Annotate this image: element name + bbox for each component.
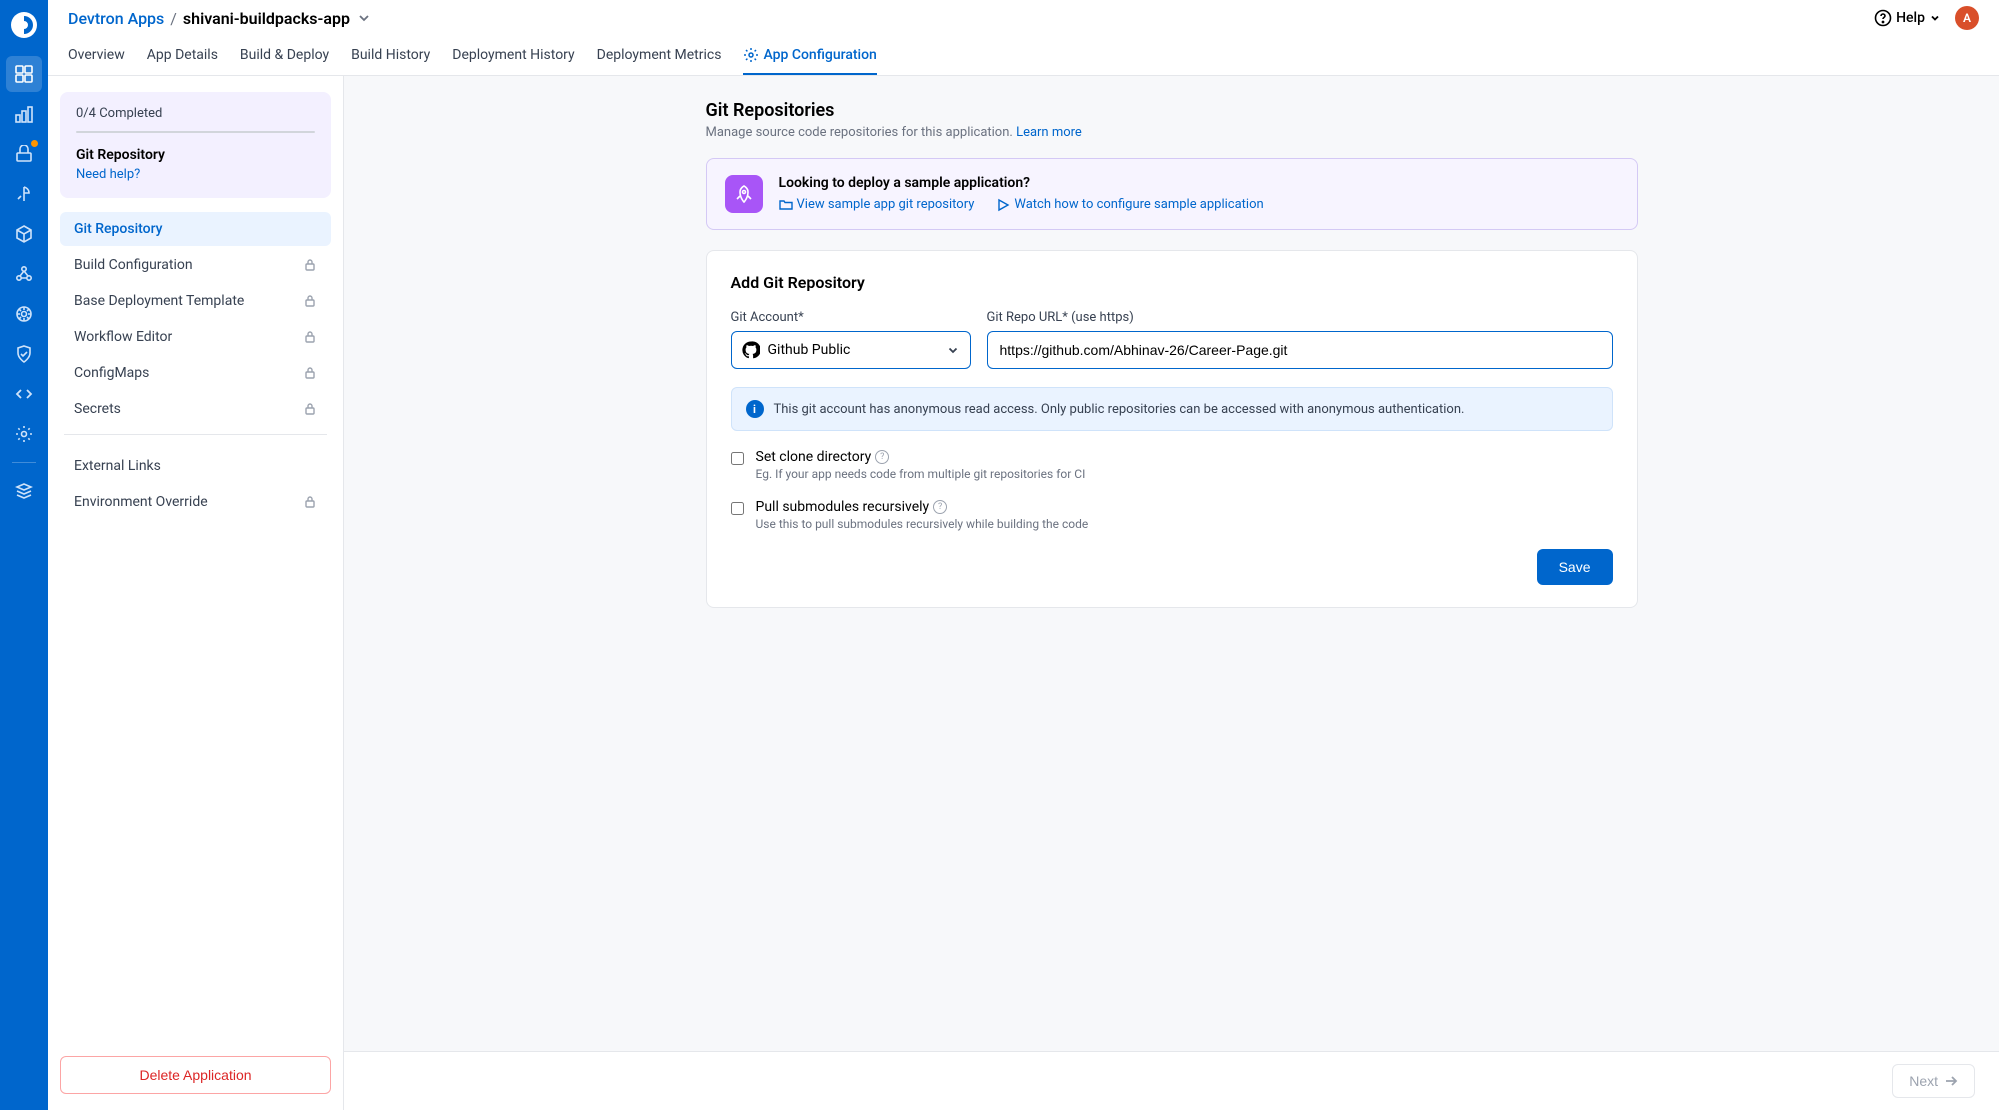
sidebar-item-configmaps[interactable]: ConfigMaps xyxy=(60,356,331,390)
nav-security-icon[interactable] xyxy=(6,336,42,372)
nav-cube-icon[interactable] xyxy=(6,216,42,252)
chevron-down-icon[interactable] xyxy=(356,10,372,26)
nav-code-icon[interactable] xyxy=(6,376,42,412)
submodules-label: Pull submodules recursively ? xyxy=(756,499,1089,515)
clone-dir-checkbox[interactable] xyxy=(731,452,744,465)
lock-icon xyxy=(303,258,317,272)
card-title: Add Git Repository xyxy=(731,273,1613,292)
nav-store-icon[interactable] xyxy=(6,136,42,172)
page-body: Git Repositories Manage source code repo… xyxy=(344,76,1999,1110)
git-url-input[interactable] xyxy=(987,331,1613,369)
tab-deployment-metrics[interactable]: Deployment Metrics xyxy=(597,36,722,75)
folder-icon xyxy=(779,198,793,212)
sidebar-steps: Git RepositoryBuild ConfigurationBase De… xyxy=(60,212,331,426)
devtron-logo xyxy=(9,10,39,40)
tab-app-details[interactable]: App Details xyxy=(147,36,218,75)
help-icon xyxy=(1874,9,1892,27)
help-icon[interactable]: ? xyxy=(875,450,889,464)
nav-applications-icon[interactable] xyxy=(6,56,42,92)
sidebar-separator xyxy=(64,434,327,435)
watch-video-link[interactable]: Watch how to configure sample applicatio… xyxy=(996,197,1263,212)
sidebar-item-workflow-editor[interactable]: Workflow Editor xyxy=(60,320,331,354)
status-progress xyxy=(76,131,315,133)
clone-dir-sub: Eg. If your app needs code from multiple… xyxy=(756,467,1086,481)
rocket-icon xyxy=(725,175,763,213)
chevron-down-icon xyxy=(1929,12,1941,24)
lock-icon xyxy=(303,366,317,380)
chevron-down-icon xyxy=(946,343,960,357)
sidebar-extra: External LinksEnvironment Override xyxy=(60,449,331,519)
left-nav-rail xyxy=(0,0,48,1110)
sidebar-item-external-links[interactable]: External Links xyxy=(60,449,331,483)
sidebar-item-git-repository[interactable]: Git Repository xyxy=(60,212,331,246)
save-button[interactable]: Save xyxy=(1537,549,1613,585)
git-url-label: Git Repo URL* (use https) xyxy=(987,310,1613,325)
help-label: Help xyxy=(1896,10,1925,26)
tab-build-history[interactable]: Build History xyxy=(351,36,430,75)
status-help-link[interactable]: Need help? xyxy=(76,167,315,182)
git-account-label: Git Account* xyxy=(731,310,971,325)
view-sample-repo-link[interactable]: View sample app git repository xyxy=(779,197,975,212)
info-icon: i xyxy=(746,400,764,418)
main-column: Devtron Apps / shivani-buildpacks-app He… xyxy=(48,0,1999,1110)
lock-icon xyxy=(303,495,317,509)
gear-icon xyxy=(743,47,759,63)
add-git-repo-card: Add Git Repository Git Account* Github P… xyxy=(706,250,1638,608)
nav-charts-icon[interactable] xyxy=(6,96,42,132)
nav-stack-icon[interactable] xyxy=(6,473,42,509)
lock-icon xyxy=(303,294,317,308)
nav-settings-icon[interactable] xyxy=(6,416,42,452)
status-card: 0/4 Completed Git Repository Need help? xyxy=(60,92,331,198)
page-title: Git Repositories xyxy=(706,100,1638,121)
info-strip: i This git account has anonymous read ac… xyxy=(731,387,1613,431)
nav-cluster-icon[interactable] xyxy=(6,256,42,292)
git-account-value: Github Public xyxy=(768,342,851,358)
sidebar-item-base-deployment-template[interactable]: Base Deployment Template xyxy=(60,284,331,318)
breadcrumb-current: shivani-buildpacks-app xyxy=(183,9,350,28)
status-title: Git Repository xyxy=(76,147,315,163)
git-account-select[interactable]: Github Public xyxy=(731,331,971,369)
clone-dir-label: Set clone directory ? xyxy=(756,449,1086,465)
arrow-right-icon xyxy=(1944,1074,1958,1088)
topbar: Devtron Apps / shivani-buildpacks-app He… xyxy=(48,0,1999,36)
delete-application-button[interactable]: Delete Application xyxy=(60,1056,331,1094)
learn-more-link[interactable]: Learn more xyxy=(1016,125,1082,140)
sidebar-item-environment-override[interactable]: Environment Override xyxy=(60,485,331,519)
info-text: This git account has anonymous read acce… xyxy=(774,402,1465,417)
help-menu[interactable]: Help xyxy=(1874,9,1941,27)
config-sidebar: 0/4 Completed Git Repository Need help? … xyxy=(48,76,344,1110)
github-icon xyxy=(742,341,760,359)
lock-icon xyxy=(303,330,317,344)
next-button[interactable]: Next xyxy=(1892,1064,1975,1098)
nav-bulk-icon[interactable] xyxy=(6,296,42,332)
breadcrumb-root[interactable]: Devtron Apps xyxy=(68,9,164,28)
tab-deployment-history[interactable]: Deployment History xyxy=(452,36,574,75)
sidebar-item-build-configuration[interactable]: Build Configuration xyxy=(60,248,331,282)
footer-bar: Next xyxy=(344,1051,1999,1110)
submodules-sub: Use this to pull submodules recursively … xyxy=(756,517,1089,531)
tab-overview[interactable]: Overview xyxy=(68,36,125,75)
tab-app-configuration[interactable]: App Configuration xyxy=(743,36,876,75)
help-icon[interactable]: ? xyxy=(933,500,947,514)
tab-bar: Overview App Details Build & Deploy Build H… xyxy=(48,36,1999,76)
lock-icon xyxy=(303,402,317,416)
breadcrumb: Devtron Apps / shivani-buildpacks-app xyxy=(68,9,372,28)
status-count: 0/4 Completed xyxy=(76,106,315,121)
play-icon xyxy=(996,198,1010,212)
nav-separator xyxy=(12,462,36,463)
nav-deploy-icon[interactable] xyxy=(6,176,42,212)
tab-build-deploy[interactable]: Build & Deploy xyxy=(240,36,329,75)
banner-title: Looking to deploy a sample application? xyxy=(779,175,1264,191)
page-subtitle: Manage source code repositories for this… xyxy=(706,125,1638,140)
breadcrumb-sep: / xyxy=(170,9,177,28)
user-avatar[interactable]: A xyxy=(1955,6,1979,30)
sample-app-banner: Looking to deploy a sample application? … xyxy=(706,158,1638,230)
sidebar-item-secrets[interactable]: Secrets xyxy=(60,392,331,426)
submodules-checkbox[interactable] xyxy=(731,502,744,515)
